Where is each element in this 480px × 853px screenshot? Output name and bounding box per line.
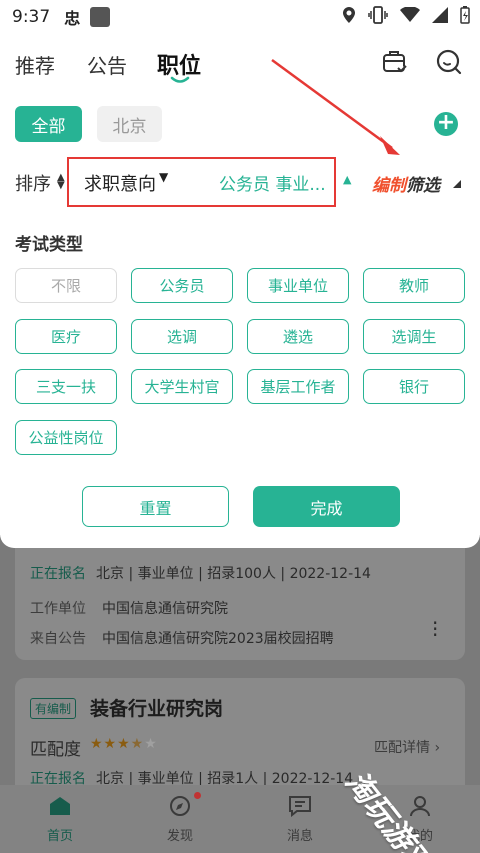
status-bar: 9:37 忠 [0,0,480,34]
search-icon[interactable] [435,48,463,76]
top-nav: 推荐 公告 职位 [0,40,480,88]
exam-type-option[interactable]: 选调 [131,319,233,354]
reset-button[interactable]: 重置 [82,486,229,527]
exam-type-option[interactable]: 不限 [15,268,117,303]
filter-panel-bottom [0,520,480,548]
home-icon [50,797,70,815]
message-icon [289,796,311,818]
nav-home[interactable]: 首页 [30,795,90,844]
tab-recommend[interactable]: 推荐 [15,50,55,79]
more-options-icon[interactable]: · · · [432,613,438,645]
signal-icon [432,7,448,23]
source-announcement[interactable]: 中国信息通信研究院2023届校园招聘 [102,628,334,648]
edit-filter-label-b: 筛选 [406,176,440,196]
source-label: 来自公告 [30,631,86,647]
employer-name: 中国信息通信研究院 [102,601,228,617]
employer-label: 工作单位 [30,601,86,617]
active-tab-indicator [170,76,190,83]
exam-type-option[interactable]: 事业单位 [247,268,349,303]
job-status: 正在报名 [30,566,86,582]
sort-arrows-icon[interactable]: ▲ ▼ [57,173,65,191]
chevron-up-icon[interactable]: ▲ [343,173,351,186]
notification-square-icon [90,7,111,27]
nav-messages[interactable]: 消息 [270,795,330,844]
done-button[interactable]: 完成 [253,486,400,527]
chevron-down-icon[interactable]: ▼ [159,170,168,184]
exam-type-option[interactable]: 公务员 [131,268,233,303]
nav-messages-label: 消息 [286,829,313,844]
status-badge: 有编制 [30,698,77,719]
job-title: 装备行业研究岗 [90,698,224,720]
exam-type-option[interactable]: 教师 [363,268,465,303]
match-detail-link[interactable]: 匹配详情 › [374,737,440,757]
nav-discover-label: 发现 [166,829,193,844]
sort-label[interactable]: 排序 [15,170,51,196]
job-intent-label[interactable]: 求职意向 [84,170,156,196]
edit-filter-label-a: 编制 [372,176,406,196]
location-icon [343,7,355,23]
exam-type-option[interactable]: 三支一扶 [15,369,117,404]
filter-corner-icon [453,180,461,188]
match-rating: ★★★★★ [90,736,158,752]
city-chip-all[interactable]: 全部 [15,106,82,142]
nav-home-label: 首页 [46,829,73,844]
job-meta: 北京 | 事业单位 | 招录100人 | 2022-12-14 [96,566,371,582]
job-intent-value[interactable]: 公务员 事业... [219,170,326,195]
nav-discover[interactable]: 发现 [150,795,210,844]
city-chip-beijing[interactable]: 北京 [97,106,162,142]
exam-type-option[interactable]: 银行 [363,369,465,404]
notification-dot [194,792,201,799]
match-label: 匹配度 [30,740,81,760]
briefcase-icon[interactable] [382,48,408,74]
exam-type-option[interactable]: 公益性岗位 [15,420,117,455]
status-time: 9:37 [12,7,51,27]
exam-type-option[interactable]: 遴选 [247,319,349,354]
compass-icon [170,796,190,816]
wifi-icon [400,7,420,22]
edit-filter-button[interactable]: 编制筛选 [372,171,440,196]
battery-icon [460,6,470,24]
exam-type-option[interactable]: 大学生村官 [131,369,233,404]
match-detail-text: 匹配详情 [374,740,430,756]
add-city-button[interactable]: + [434,112,458,136]
exam-type-option[interactable]: 医疗 [15,319,117,354]
exam-type-title: 考试类型 [15,235,83,255]
exam-type-option[interactable]: 基层工作者 [247,369,349,404]
exam-type-option[interactable]: 选调生 [363,319,465,354]
app-notification-icon: 忠 [64,9,81,28]
status-icons [342,6,470,24]
vibrate-icon [368,6,388,24]
tab-announcements[interactable]: 公告 [87,50,127,79]
